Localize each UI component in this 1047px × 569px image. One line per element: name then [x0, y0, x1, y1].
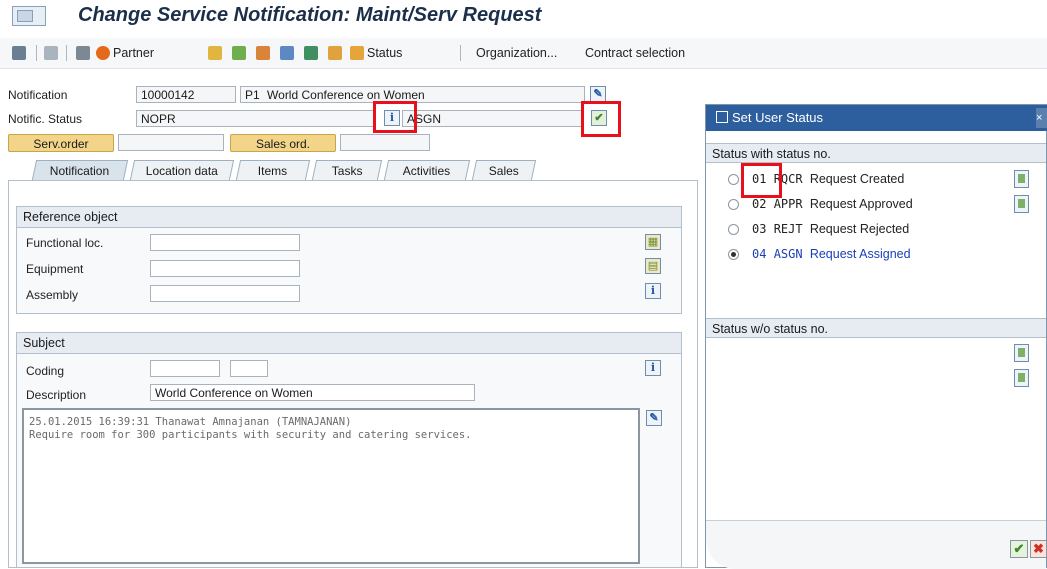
equipment-field[interactable] [150, 260, 300, 277]
status-option-02[interactable]: 02 APPR Request Approved [752, 197, 913, 211]
page-up-icon[interactable] [1014, 170, 1029, 188]
filter-button[interactable] [280, 43, 294, 63]
highlight-status-number-box [741, 163, 782, 198]
status-radio-04[interactable] [728, 249, 739, 260]
status-radio-02[interactable] [728, 199, 739, 210]
assembly-label: Assembly [26, 288, 79, 302]
reference-object-title: Reference object [17, 207, 681, 228]
window-menu-icon[interactable] [12, 6, 46, 26]
dialog-footer [706, 520, 1046, 569]
tab-sales[interactable]: Sales [471, 160, 537, 180]
tab-location-data[interactable]: Location data [129, 160, 235, 180]
status-label: Status [367, 46, 403, 60]
status-option-04[interactable]: 04 ASGN Request Assigned [752, 247, 911, 261]
tab-tasks[interactable]: Tasks [311, 160, 383, 180]
application-toolbar: Partner Status Organization... Contract … [0, 38, 1047, 69]
highlight-info-box [373, 101, 417, 133]
assembly-field[interactable] [150, 285, 300, 302]
toolbar-separator [66, 45, 67, 61]
page-title: Change Service Notification: Maint/Serv … [78, 4, 542, 26]
list-icon [208, 46, 222, 60]
user-status-field[interactable]: ASGN [402, 110, 584, 127]
flow-icon [232, 46, 246, 60]
status-with-no-header: Status with status no. [706, 143, 1046, 163]
subject-info-icon[interactable]: i [645, 360, 661, 376]
toolbar-separator [460, 45, 461, 61]
serv-order-button[interactable]: Serv.order [8, 134, 114, 152]
long-text-line-1: 25.01.2015 16:39:31 Thanawat Amnajanan (… [29, 416, 352, 428]
filter-icon [280, 46, 294, 60]
edit-long-text-icon[interactable]: ✎ [646, 410, 662, 426]
notific-status-label: Notific. Status [8, 112, 83, 126]
task-list-button[interactable] [208, 43, 222, 63]
display-change-button[interactable] [12, 43, 26, 63]
tab-items[interactable]: Items [235, 160, 311, 180]
status-button[interactable]: Status [350, 43, 402, 63]
person-icon [328, 46, 342, 60]
sales-ord-button[interactable]: Sales ord. [230, 134, 336, 152]
dialog-close-button[interactable]: × [1036, 108, 1047, 128]
status-icon [350, 46, 364, 60]
coding-label: Coding [26, 364, 65, 378]
functional-loc-label: Functional loc. [26, 236, 104, 250]
partner-button[interactable]: Partner [96, 43, 154, 63]
page-down-icon[interactable] [1014, 195, 1029, 213]
status-radio-03[interactable] [728, 224, 739, 235]
equipment-label: Equipment [26, 262, 84, 276]
subject-title: Subject [17, 333, 681, 354]
contract-selection-button[interactable]: Contract selection [585, 43, 685, 63]
highlight-status-box [581, 101, 621, 137]
reference-info-icon[interactable]: i [645, 283, 661, 299]
log-icon [256, 46, 270, 60]
long-text-area[interactable]: 25.01.2015 16:39:31 Thanawat Amnajanan (… [22, 408, 640, 564]
contact-button[interactable] [76, 43, 90, 63]
flag-icon [44, 46, 58, 60]
dialog-title: Set User Status [732, 110, 824, 125]
confirm-check-icon[interactable]: ✔ [1010, 540, 1028, 558]
glasses-icon [12, 46, 26, 60]
notification-number-field[interactable]: 10000142 [136, 86, 236, 103]
long-text-line-2: Require room for 300 participants with s… [29, 429, 472, 441]
people-icon [76, 46, 90, 60]
status-without-no-header: Status w/o status no. [706, 318, 1046, 338]
functional-loc-field[interactable] [150, 234, 300, 251]
toolbar-separator [36, 45, 37, 61]
description-label: Description [26, 388, 87, 402]
structure-icon[interactable]: ▦ [645, 234, 661, 250]
notes-button[interactable] [304, 43, 318, 63]
flag-button[interactable] [44, 43, 58, 63]
coding-group-field[interactable] [150, 360, 220, 377]
edit-text-icon[interactable]: ✎ [590, 86, 606, 102]
page-up-icon-2[interactable] [1014, 344, 1029, 362]
page-down-icon-2[interactable] [1014, 369, 1029, 387]
action-log-button[interactable] [256, 43, 270, 63]
partner-label: Partner [113, 46, 154, 60]
description-field[interactable]: World Conference on Women [150, 384, 475, 401]
sales-ord-field[interactable] [340, 134, 430, 151]
tab-activities[interactable]: Activities [383, 160, 471, 180]
reference-object-group: Reference object [16, 206, 682, 314]
organization-button[interactable]: Organization... [476, 43, 557, 63]
hierarchy-icon[interactable]: ▤ [645, 258, 661, 274]
person-button[interactable] [328, 43, 342, 63]
notification-desc: World Conference on Women [267, 88, 425, 102]
status-radio-01[interactable] [728, 174, 739, 185]
dialog-window-icon [716, 111, 728, 123]
document-flow-button[interactable] [232, 43, 246, 63]
serv-order-field[interactable] [118, 134, 224, 151]
notes-icon [304, 46, 318, 60]
notification-label: Notification [8, 88, 68, 102]
system-status-field[interactable]: NOPR [136, 110, 376, 127]
status-option-03[interactable]: 03 REJT Request Rejected [752, 222, 909, 236]
tab-notification[interactable]: Notification [31, 160, 129, 180]
partner-icon [96, 46, 110, 60]
coding-code-field[interactable] [230, 360, 268, 377]
dialog-title-bar: Set User Status [706, 105, 1047, 131]
cancel-x-icon[interactable]: ✖ [1030, 540, 1047, 558]
notification-type: P1 [245, 88, 260, 102]
